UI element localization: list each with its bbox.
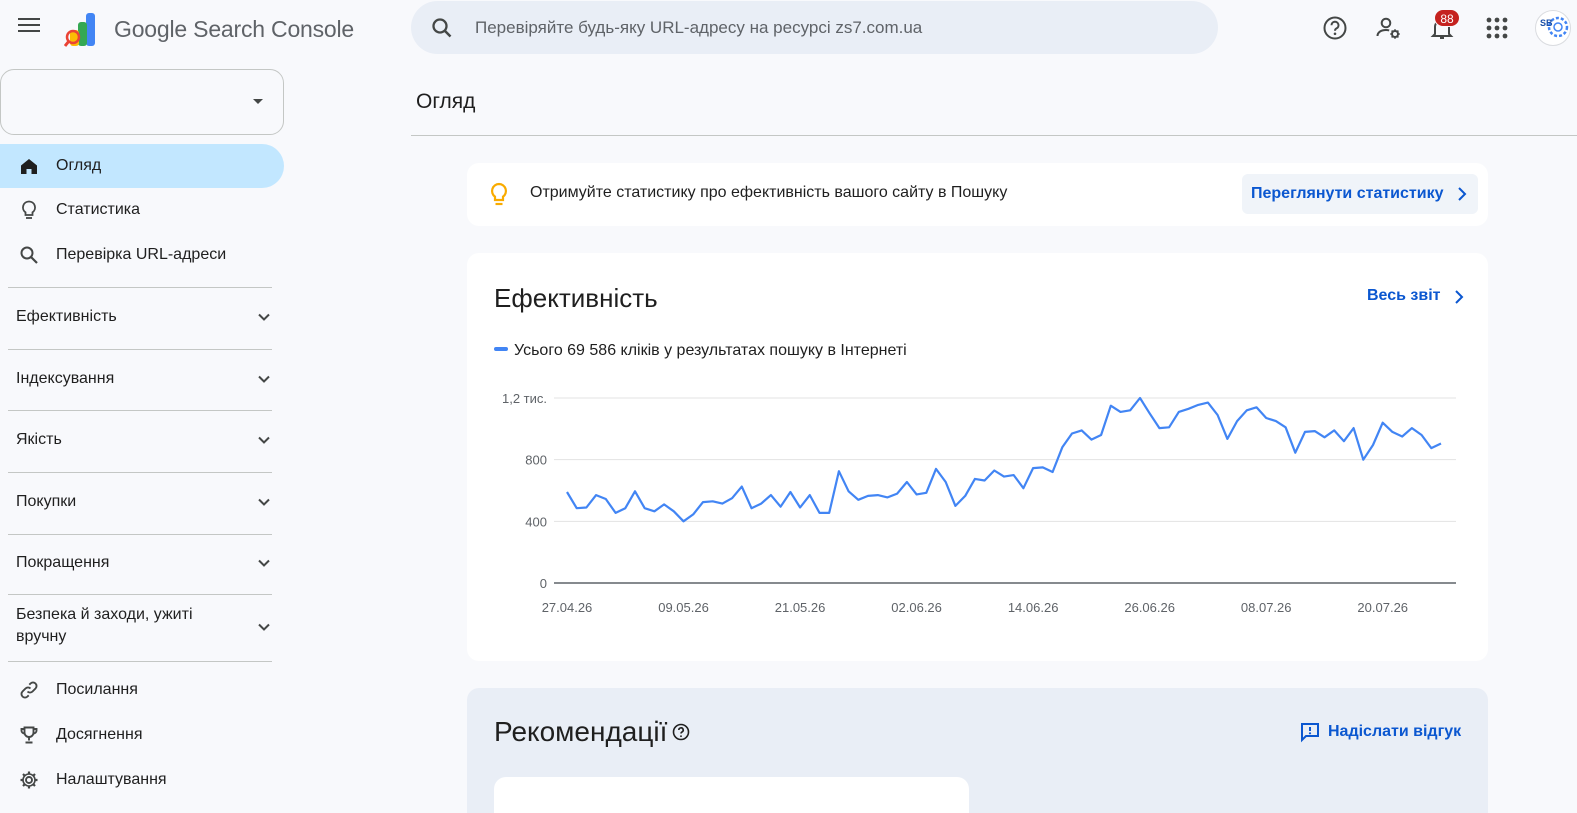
performance-card: Ефективність Весь звіт Усього 69 586 клі…: [467, 253, 1488, 661]
avatar-gear-logo-icon: SB: [1540, 16, 1569, 38]
x-tick-label: 20.07.26: [1357, 600, 1408, 615]
help-icon[interactable]: [1321, 14, 1349, 42]
sidebar-section-security[interactable]: Безпека й заходи, ужиті вручну: [0, 595, 284, 661]
chevron-down-icon: [258, 559, 270, 567]
sidebar-item-label: Статистика: [56, 201, 141, 218]
sidebar-section-performance[interactable]: Ефективність: [0, 288, 284, 349]
help-icon[interactable]: [672, 723, 690, 741]
sidebar-item-label: Огляд: [56, 157, 102, 174]
sidebar-section-shopping[interactable]: Покупки: [0, 473, 284, 534]
search-icon: [20, 246, 38, 264]
chevron-down-icon: [258, 436, 270, 444]
insights-banner: Отримуйте статистику про ефективність ва…: [467, 163, 1488, 226]
insights-banner-text: Отримуйте статистику про ефективність ва…: [530, 184, 1008, 201]
sidebar-item-achievements[interactable]: Досягнення: [0, 713, 284, 757]
x-tick-label: 21.05.26: [775, 600, 826, 615]
title-divider: [411, 135, 1577, 136]
app-title[interactable]: Google Search Console: [114, 16, 354, 43]
menu-bar: [18, 30, 40, 32]
x-tick-label: 02.06.26: [891, 600, 942, 615]
sidebar-section-label: Якість: [16, 431, 62, 448]
chevron-down-icon: [258, 623, 270, 631]
chevron-down-icon: [258, 375, 270, 383]
recommendations-title: Рекомендації: [494, 716, 668, 747]
feedback-icon: [1301, 723, 1319, 743]
chevron-right-icon: [1458, 187, 1467, 201]
avatar-text: SB: [1540, 18, 1553, 28]
sidebar-section-label: Ефективність: [16, 308, 117, 325]
sidebar-divider: [8, 661, 272, 662]
sidebar-section-label: Покращення: [16, 554, 110, 571]
y-tick-label: 400: [525, 514, 547, 529]
page-title: Огляд: [416, 90, 476, 113]
account-avatar[interactable]: SB: [1535, 10, 1571, 46]
sidebar-item-label: Налаштування: [56, 771, 167, 788]
view-insights-button[interactable]: Переглянути статистику: [1242, 174, 1478, 214]
main-menu-button[interactable]: [14, 14, 44, 44]
lightbulb-icon: [22, 200, 36, 219]
app-title-google: Google: [114, 16, 187, 42]
link-icon: [20, 681, 38, 699]
x-tick-label: 08.07.26: [1241, 600, 1292, 615]
sidebar-section-label: Покупки: [16, 493, 77, 510]
search-icon[interactable]: [430, 16, 454, 40]
notifications-badge: 88: [1434, 9, 1460, 27]
sidebar-item-label: Досягнення: [56, 726, 143, 743]
property-selector[interactable]: [0, 69, 284, 135]
sidebar-item-settings[interactable]: Налаштування: [0, 758, 284, 802]
lightbulb-icon: [490, 182, 508, 206]
menu-bar: [18, 18, 40, 20]
sidebar-item-label: Перевірка URL-адреси: [56, 246, 227, 263]
sidebar-item-overview[interactable]: Огляд: [0, 144, 284, 188]
sidebar-item-label: Посилання: [56, 681, 138, 698]
app-title-product: Search Console: [193, 16, 355, 42]
dropdown-caret-icon: [253, 99, 263, 104]
send-feedback-button[interactable]: Надіслати відгук: [1299, 721, 1461, 748]
y-tick-label: 0: [540, 576, 547, 591]
sidebar-item-insights[interactable]: Статистика: [0, 188, 284, 232]
sidebar-item-url-inspection[interactable]: Перевірка URL-адреси: [0, 233, 284, 277]
settings-gear-icon: [20, 771, 38, 789]
y-tick-label: 1,2 тис.: [502, 391, 547, 406]
y-tick-label: 800: [525, 453, 547, 468]
apps-grid-icon[interactable]: [1483, 14, 1511, 42]
manage-users-icon[interactable]: [1374, 14, 1402, 42]
performance-line-chart[interactable]: 0 400 800 1,2 тис. 27.04.26 09.05.26 21.05.26 0…: [467, 253, 1488, 661]
x-tick-label: 27.04.26: [542, 600, 593, 615]
recommendation-item-card[interactable]: [494, 777, 969, 813]
sidebar-section-label: Індексування: [16, 370, 115, 387]
x-tick-label: 26.06.26: [1124, 600, 1175, 615]
recommendations-card: Рекомендації Надіслати відгук: [467, 688, 1488, 813]
send-feedback-label: Надіслати відгук: [1328, 723, 1462, 740]
search-console-logo-icon: [64, 13, 95, 47]
sidebar-section-quality[interactable]: Якість: [0, 411, 284, 472]
x-tick-label: 14.06.26: [1008, 600, 1059, 615]
top-app-bar: Google Search Console 88 S: [0, 0, 1577, 56]
sidebar-section-enhancements[interactable]: Покращення: [0, 535, 284, 594]
menu-bar: [18, 24, 40, 26]
home-icon: [21, 159, 37, 174]
view-insights-label: Переглянути статистику: [1251, 185, 1444, 202]
x-tick-label: 09.05.26: [658, 600, 709, 615]
url-inspection-search-bar[interactable]: [411, 1, 1218, 54]
sidebar-section-label: Безпека й заходи, ужиті вручну: [16, 606, 193, 645]
sidebar-item-links[interactable]: Посилання: [0, 668, 284, 712]
chevron-down-icon: [258, 313, 270, 321]
chevron-down-icon: [258, 498, 270, 506]
sidebar-section-indexing[interactable]: Індексування: [0, 350, 284, 410]
trophy-icon: [20, 726, 38, 744]
search-input[interactable]: [475, 15, 1175, 41]
